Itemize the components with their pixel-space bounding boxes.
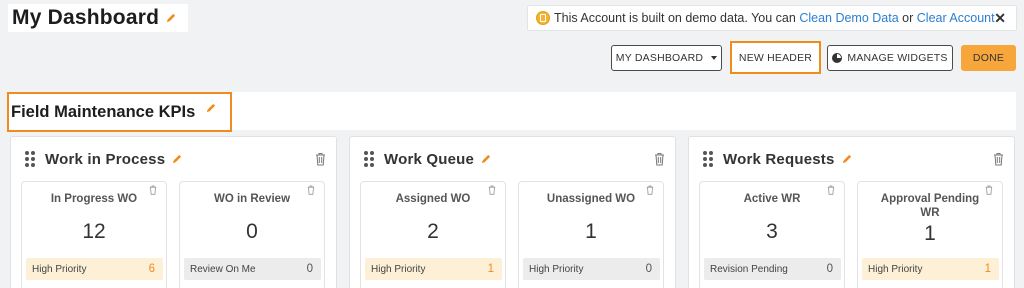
section-title: Field Maintenance KPIs [11,102,196,121]
kpi-value: 12 [82,220,106,243]
kpi-footer-value: 0 [826,263,833,275]
new-header-label: NEW HEADER [738,51,813,64]
kpi-footer-label: High Priority [529,263,584,275]
widget-title: Work in Process [45,150,166,168]
widget-work-requests: Work Requests Active WR 3 Revision Pendi… [688,136,1015,288]
kpi-footer-value: 1 [984,263,991,275]
trash-icon[interactable] [315,152,326,166]
edit-title-pencil-icon[interactable] [165,13,176,24]
trash-icon[interactable] [993,152,1004,166]
kpi-card[interactable]: Active WR 3 Revision Pending 0 [699,181,845,288]
widget-title: Work Queue [384,150,475,168]
edit-section-pencil-icon[interactable] [205,103,216,114]
notice-text: This Account is built on demo data. You … [554,11,796,25]
kpi-footer[interactable]: Review On Me 0 [184,258,321,280]
kpi-label: In Progress WO [50,193,138,205]
kpi-card[interactable]: Unassigned WO 1 High Priority 0 [518,181,664,288]
kpi-value: 1 [924,222,936,245]
edit-widget-pencil-icon[interactable] [480,154,491,165]
widget-work-in-process: Work in Process In Progress WO 12 High P… [10,136,337,288]
kpi-label: Active WR [743,193,801,205]
kpi-footer[interactable]: High Priority 1 [365,258,502,280]
notice-or: or [902,11,914,25]
kpi-value: 3 [766,220,778,243]
kpi-footer-label: High Priority [868,263,923,275]
section-header: Field Maintenance KPIs [7,92,232,132]
kpi-footer-value: 0 [645,263,652,275]
chevron-down-icon [711,56,718,60]
kpi-footer-value: 0 [306,263,313,275]
drag-handle-icon[interactable] [25,151,35,167]
kpi-label: Assigned WO [395,193,471,205]
manage-widgets-label: MANAGE WIDGETS [847,52,948,64]
kpi-label: Approval Pending WR [880,193,980,219]
kpi-footer[interactable]: Revision Pending 0 [704,258,841,280]
dashboard-select[interactable]: MY DASHBOARD [611,45,722,71]
kpi-card[interactable]: In Progress WO 12 High Priority 6 [21,181,167,288]
dashboard-select-label: MY DASHBOARD [615,52,704,64]
edit-widget-pencil-icon[interactable] [171,154,182,165]
kpi-footer[interactable]: High Priority 1 [862,258,999,280]
widget-title: Work Requests [723,150,835,168]
clear-account-link[interactable]: Clear Account [917,11,995,25]
kpi-label: Unassigned WO [546,193,636,205]
kpi-value: 2 [427,220,439,243]
kpi-footer[interactable]: High Priority 6 [26,258,163,280]
page-title-box: My Dashboard [8,4,188,32]
trash-icon[interactable] [654,152,665,166]
drag-handle-icon[interactable] [703,151,713,167]
new-header-button[interactable]: NEW HEADER [730,41,821,74]
kpi-card[interactable]: Approval Pending WR 1 High Priority 1 [857,181,1003,288]
kpi-label: WO in Review [213,193,291,205]
kpi-footer-value: 1 [487,263,494,275]
kpi-card[interactable]: Assigned WO 2 High Priority 1 [360,181,506,288]
kpi-footer-label: High Priority [371,263,426,275]
page-title: My Dashboard [12,6,160,29]
kpi-footer-label: High Priority [32,263,87,275]
kpi-footer-label: Revision Pending [710,263,788,275]
clean-demo-data-link[interactable]: Clean Demo Data [799,11,898,25]
kpi-footer-value: 6 [148,263,155,275]
widget-work-queue: Work Queue Assigned WO 2 High Priority 1… [349,136,676,288]
kpi-footer-label: Review On Me [190,263,256,275]
demo-data-notice: This Account is built on demo data. You … [527,5,1017,31]
pie-chart-icon [832,53,843,63]
kpi-card[interactable]: WO in Review 0 Review On Me 0 [179,181,325,288]
done-button[interactable]: DONE [961,45,1016,71]
coin-icon [536,11,550,25]
drag-handle-icon[interactable] [364,151,374,167]
kpi-footer[interactable]: High Priority 0 [523,258,660,280]
kpi-value: 0 [246,220,258,243]
edit-widget-pencil-icon[interactable] [841,154,852,165]
done-label: DONE [972,52,1005,64]
manage-widgets-button[interactable]: MANAGE WIDGETS [827,45,953,71]
close-icon[interactable]: ✕ [994,10,1006,27]
kpi-value: 1 [585,220,597,243]
